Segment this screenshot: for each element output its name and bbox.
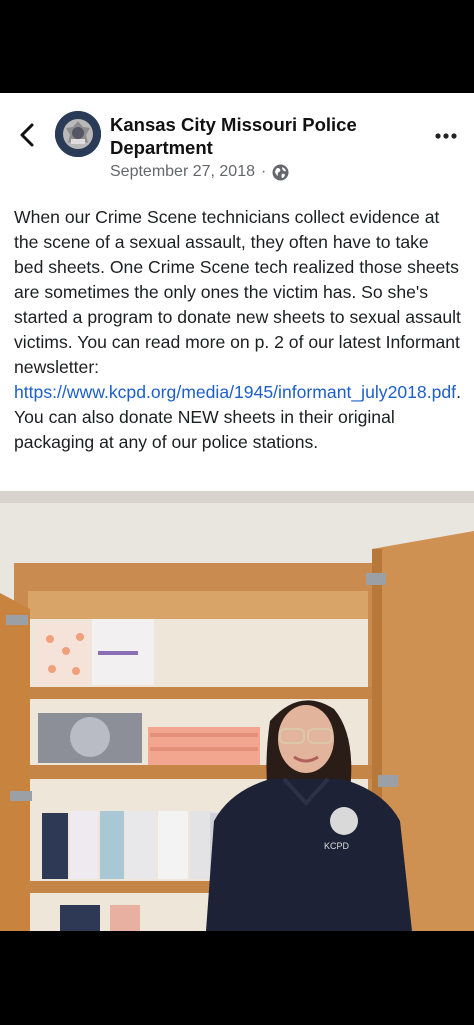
post-date[interactable]: September 27, 2018 [110,163,255,181]
police-badge-icon [55,111,101,157]
chevron-left-icon [20,123,34,147]
facebook-post: Kansas City Missouri Police Department S… [0,93,474,931]
globe-icon [272,164,289,180]
more-options-button[interactable] [434,131,458,141]
back-button[interactable] [16,121,40,149]
page-avatar[interactable] [55,111,101,157]
post-body-text: When our Crime Scene technicians collect… [14,205,462,455]
newsletter-link[interactable]: https://www.kcpd.org/media/1945/informan… [14,382,456,402]
more-horizontal-icon [435,133,457,139]
meta-separator: · [261,163,267,180]
page-name[interactable]: Kansas City Missouri Police Department [110,113,410,159]
post-meta: September 27, 2018 · [110,163,289,181]
post-photo[interactable]: KCPD [0,491,474,931]
shirt-logo-text: KCPD [324,841,350,851]
post-text-intro: When our Crime Scene technicians collect… [14,207,461,377]
